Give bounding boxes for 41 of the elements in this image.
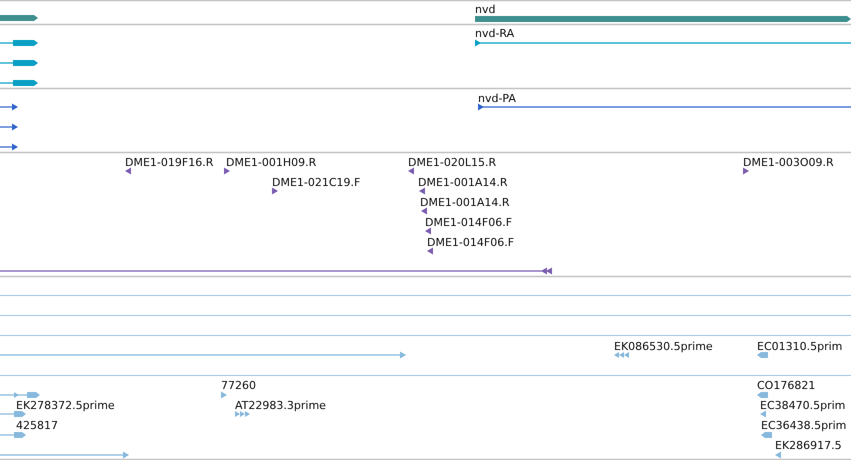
feature-glyph[interactable] [408,168,414,174]
feature-glyph[interactable] [419,188,425,194]
feature-label: 425817 [16,419,58,432]
feature-glyph[interactable] [425,228,431,234]
feature-glyph[interactable] [272,188,278,194]
feature-glyph[interactable] [475,40,851,46]
feature-glyph[interactable] [421,208,427,214]
feature-glyph[interactable] [0,60,38,66]
feature-label: 77260 [221,379,256,392]
feature-label: DME1-014F06.F [425,216,512,229]
feature-label: DME1-020L15.R [408,156,496,169]
feature-label: DME1-021C19.F [272,176,360,189]
feature-glyph[interactable] [0,144,18,150]
feature-label: nvd-RA [475,27,514,40]
feature-glyph[interactable] [0,15,38,21]
feature-label: EK086530.5prime [614,340,713,353]
feature-label: DME1-001A14.R [418,176,508,189]
feature-label: EK278372.5prime [16,399,115,412]
feature-glyph[interactable] [743,168,749,174]
feature-label: nvd-PA [478,92,516,105]
feature-glyph[interactable] [224,168,230,174]
feature-label: EC38470.5prim [760,399,846,412]
feature-label: DME1-001A14.R [420,196,510,209]
feature-glyph[interactable] [478,104,851,110]
feature-label: DME1-001H09.R [226,156,316,169]
feature-glyph[interactable] [427,248,433,254]
feature-label: AT22983.3prime [235,399,326,412]
feature-glyph[interactable] [0,268,552,274]
feature-label: EK286917.5 [775,439,842,452]
feature-label: DME1-003O09.R [743,156,834,169]
feature-glyph[interactable] [0,124,18,130]
feature-label: CO176821 [757,379,816,392]
feature-glyph[interactable] [0,80,38,86]
feature-label: nvd [475,3,496,16]
feature-label: EC36438.5prim [761,419,846,432]
feature-glyph[interactable] [0,40,38,46]
feature-label: DME1-014F06.F [427,236,514,249]
feature-glyph[interactable] [125,168,131,174]
feature-glyph[interactable] [0,104,18,110]
feature-label: DME1-019F16.R [125,156,214,169]
feature-label: EC01310.5prim [757,340,842,353]
